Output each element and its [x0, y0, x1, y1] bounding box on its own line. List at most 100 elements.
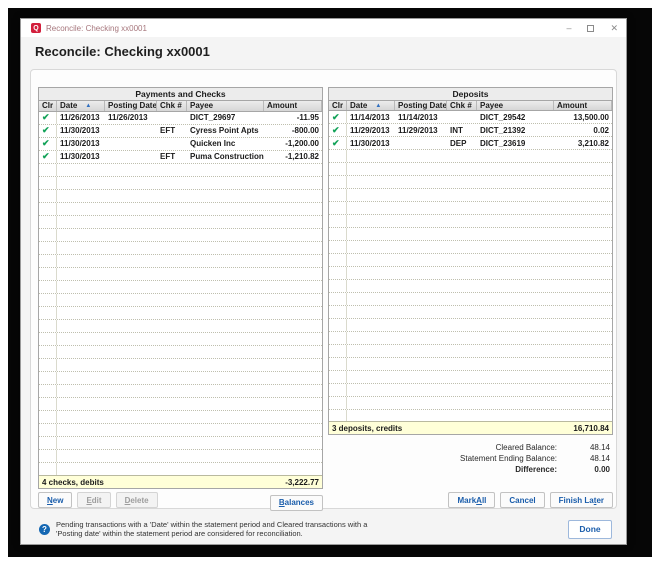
amount-cell: 0.02 — [554, 126, 612, 135]
empty-row — [39, 294, 322, 307]
empty-row — [39, 255, 322, 268]
cleared-check-icon[interactable]: ✔ — [332, 139, 340, 148]
column-header-date[interactable]: Date▲ — [57, 101, 105, 111]
table-row[interactable]: ✔11/30/2013EFTCyress Point Apts-800.00 — [39, 125, 322, 138]
cleared-cell — [329, 319, 347, 331]
posting-date-cell: 11/14/2013 — [395, 113, 447, 122]
empty-row — [329, 345, 612, 358]
titlebar[interactable]: Q Reconcile: Checking xx0001 – ✕ — [21, 19, 626, 37]
sort-ascending-icon: ▲ — [375, 103, 381, 109]
amount-cell: -1,210.82 — [264, 152, 322, 161]
empty-row — [39, 216, 322, 229]
empty-row — [39, 437, 322, 450]
table-row[interactable]: ✔11/29/201311/29/2013INTDICT_213920.02 — [329, 124, 612, 137]
cleared-cell[interactable]: ✔ — [39, 138, 57, 150]
cleared-cell — [39, 164, 57, 176]
payee-cell: Puma Construction — [187, 152, 264, 161]
footer-note: Pending transactions with a 'Date' withi… — [56, 520, 367, 538]
cleared-check-icon[interactable]: ✔ — [42, 126, 50, 135]
table-title: Payments and Checks — [39, 88, 322, 101]
help-icon[interactable]: ? — [39, 524, 50, 535]
summary-label: 3 deposits, credits — [329, 424, 573, 433]
cleared-cell — [329, 267, 347, 279]
edit-buttons-group: New Edit Delete — [38, 492, 158, 508]
cleared-cell[interactable]: ✔ — [39, 151, 57, 163]
cleared-cell — [39, 359, 57, 371]
payee-cell: DICT_29697 — [187, 113, 264, 122]
window-controls: – ✕ — [566, 24, 618, 33]
summary-label: 4 checks, debits — [39, 478, 285, 487]
cleared-cell — [39, 255, 57, 267]
column-header-payee[interactable]: Payee — [477, 101, 554, 110]
maximize-icon[interactable] — [587, 25, 594, 32]
column-header-posting-date[interactable]: Posting Date — [105, 101, 157, 111]
dialog-heading: Reconcile: Checking xx0001 — [35, 44, 626, 59]
table-row[interactable]: ✔11/26/201311/26/2013DICT_29697-11.95 — [39, 112, 322, 125]
column-header-amount[interactable]: Amount — [554, 101, 612, 110]
cleared-cell — [39, 320, 57, 332]
cleared-cell — [39, 268, 57, 280]
date-cell: 11/30/2013 — [57, 152, 105, 161]
empty-row — [39, 320, 322, 333]
column-header-clr[interactable]: Clr — [39, 101, 57, 111]
minimize-icon[interactable]: – — [566, 24, 571, 33]
empty-row — [39, 242, 322, 255]
cleared-cell — [39, 463, 57, 475]
amount-cell: -1,200.00 — [264, 139, 322, 148]
table-body: ✔11/26/201311/26/2013DICT_29697-11.95✔11… — [39, 112, 322, 475]
table-row[interactable]: ✔11/30/2013DEPDICT_236193,210.82 — [329, 137, 612, 150]
balance-row: Cleared Balance:48.14 — [363, 442, 613, 453]
table-row[interactable]: ✔11/14/201311/14/2013DICT_2954213,500.00 — [329, 111, 612, 124]
cleared-cell — [329, 163, 347, 175]
cleared-cell — [39, 385, 57, 397]
column-header-chk-#[interactable]: Chk # — [447, 101, 477, 110]
reconcile-panel: Payments and ChecksClrDate▲Posting DateC… — [30, 69, 617, 509]
cleared-cell[interactable]: ✔ — [39, 112, 57, 124]
empty-row — [39, 424, 322, 437]
column-header-posting-date[interactable]: Posting Date — [395, 101, 447, 110]
table-body: ✔11/14/201311/14/2013DICT_2954213,500.00… — [329, 111, 612, 421]
cleared-cell — [39, 203, 57, 215]
balance-row: Difference:0.00 — [363, 464, 613, 475]
cleared-cell[interactable]: ✔ — [329, 124, 347, 136]
cleared-check-icon[interactable]: ✔ — [332, 113, 340, 122]
table-row[interactable]: ✔11/30/2013Quicken Inc-1,200.00 — [39, 138, 322, 151]
delete-button: Delete — [116, 492, 158, 508]
quicken-app-icon: Q — [31, 23, 41, 33]
cancel-button[interactable]: Cancel — [500, 492, 544, 508]
empty-row — [329, 189, 612, 202]
table-row[interactable]: ✔11/30/2013EFTPuma Construction-1,210.82 — [39, 151, 322, 164]
balances-button[interactable]: Balances — [270, 495, 323, 511]
column-header-clr[interactable]: Clr — [329, 101, 347, 110]
cleared-cell — [39, 333, 57, 345]
close-icon[interactable]: ✕ — [610, 24, 618, 33]
reconcile-buttons-group: Mark All Cancel Finish Later — [448, 492, 613, 508]
reconcile-dialog: Q Reconcile: Checking xx0001 – ✕ Reconci… — [20, 18, 627, 545]
empty-row — [39, 411, 322, 424]
mark-all-button[interactable]: Mark All — [448, 492, 495, 508]
cleared-check-icon[interactable]: ✔ — [42, 113, 50, 122]
done-button[interactable]: Done — [568, 520, 612, 539]
column-header-amount[interactable]: Amount — [264, 101, 322, 111]
cleared-check-icon[interactable]: ✔ — [42, 152, 50, 161]
cleared-cell[interactable]: ✔ — [39, 125, 57, 137]
date-cell: 11/29/2013 — [347, 126, 395, 135]
chk-cell: EFT — [157, 126, 187, 135]
empty-row — [39, 281, 322, 294]
cleared-cell[interactable]: ✔ — [329, 137, 347, 149]
cleared-cell — [39, 450, 57, 462]
cleared-cell — [39, 307, 57, 319]
cleared-check-icon[interactable]: ✔ — [42, 139, 50, 148]
column-header-chk-#[interactable]: Chk # — [157, 101, 187, 111]
posting-date-cell: 11/29/2013 — [395, 126, 447, 135]
column-header-date[interactable]: Date▲ — [347, 101, 395, 110]
cleared-cell[interactable]: ✔ — [329, 111, 347, 123]
new-button[interactable]: New — [38, 492, 72, 508]
edit-button: Edit — [77, 492, 110, 508]
cleared-cell — [39, 177, 57, 189]
payee-cell: Quicken Inc — [187, 139, 264, 148]
cleared-cell — [39, 294, 57, 306]
cleared-check-icon[interactable]: ✔ — [332, 126, 340, 135]
column-header-payee[interactable]: Payee — [187, 101, 264, 111]
finish-later-button[interactable]: Finish Later — [550, 492, 613, 508]
